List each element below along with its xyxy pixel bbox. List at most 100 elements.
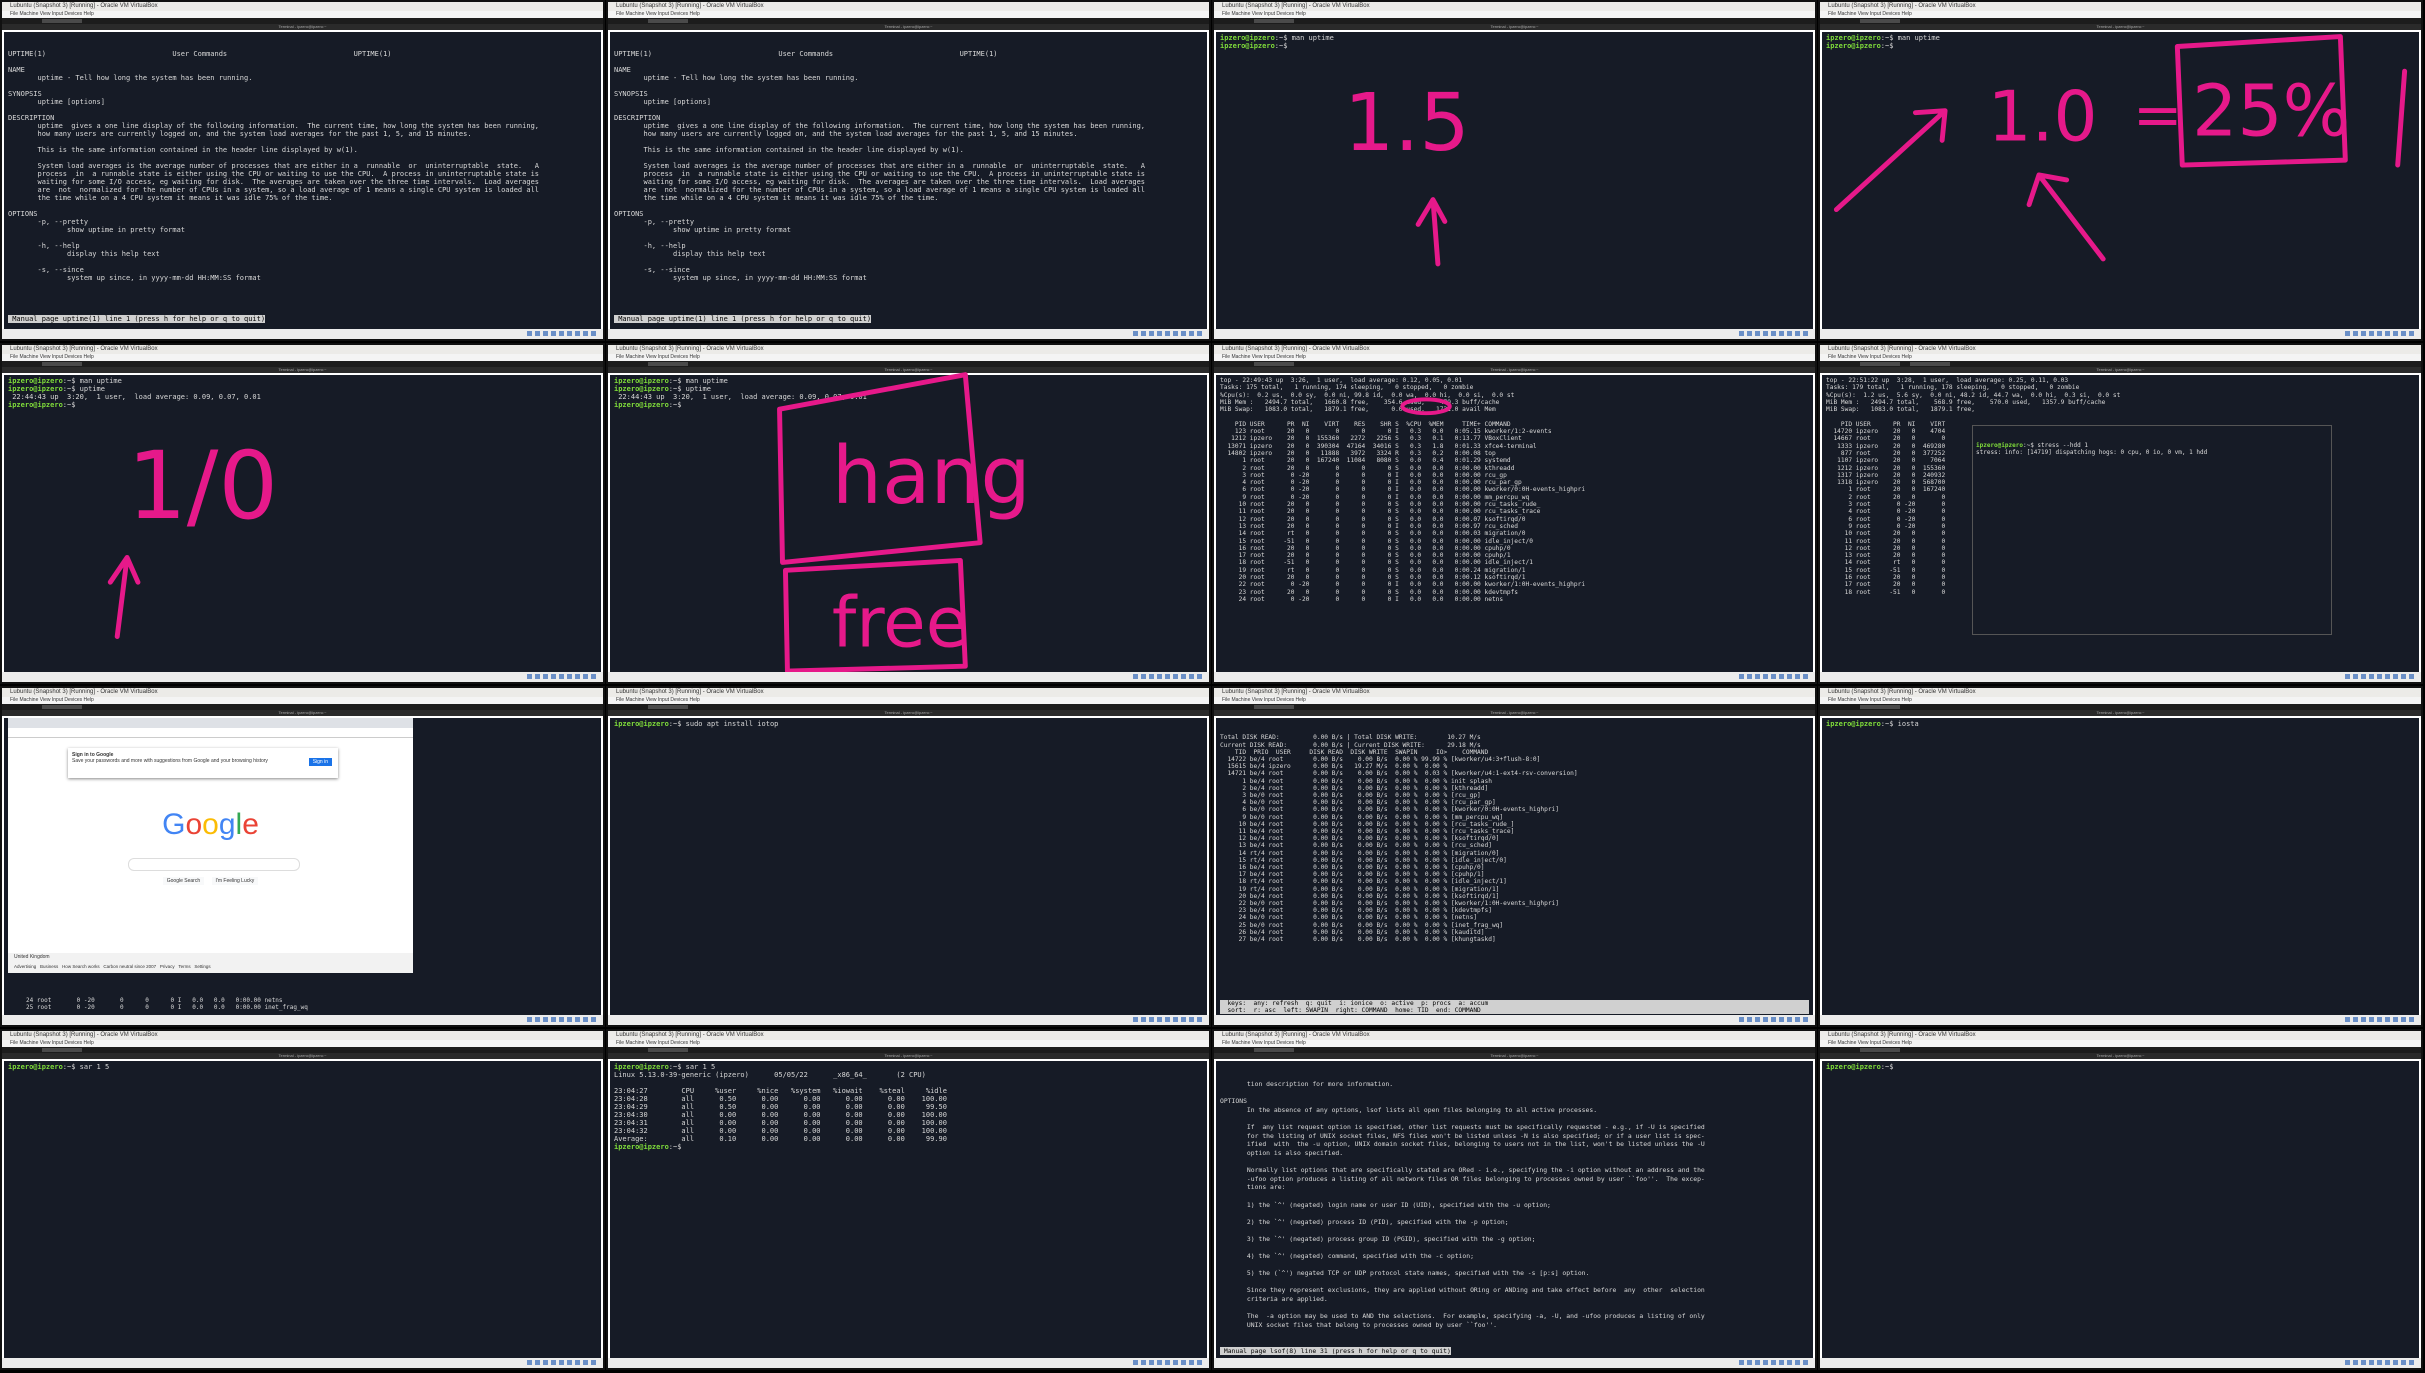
terminal-line: Tasks: 175 total, 1 running, 174 sleepin… bbox=[1220, 384, 1474, 392]
footer-link[interactable]: Business bbox=[40, 964, 58, 969]
footer-link[interactable]: Settings bbox=[194, 964, 210, 969]
terminal-line: NAME bbox=[614, 66, 631, 74]
browser-tab-bar[interactable] bbox=[8, 718, 413, 728]
vm-menu-bar[interactable]: File Machine View Input Devices Help bbox=[608, 354, 1209, 361]
footer-link[interactable]: How Search works bbox=[62, 964, 100, 969]
terminal-line: 1212 ipzero 20 0 155360 2272 2256 S 0.3 … bbox=[1220, 435, 1522, 443]
terminal-output[interactable]: ipzero@ipzero:~$ man uptime ipzero@ipzero… bbox=[1822, 32, 2419, 329]
footer-link[interactable]: Privacy bbox=[160, 964, 175, 969]
terminal-line: 3 be/0 root 0.00 B/s 0.00 B/s 0.00 % 0.0… bbox=[1220, 792, 1481, 800]
tile-empty-prompt: Lubuntu (Snapshot 3) [Running] - Oracle … bbox=[1818, 1029, 2423, 1370]
vm-status-bar bbox=[608, 329, 1209, 339]
terminal-line: ipzero@ipzero:~$ bbox=[614, 1143, 686, 1151]
terminal-output[interactable]: UPTIME(1) User Commands UPTIME(1) NAME u… bbox=[610, 32, 1207, 329]
browser-window[interactable]: Sign in to Google Save your passwords an… bbox=[8, 718, 413, 973]
terminal-line: 13 be/4 root 0.00 B/s 0.00 B/s 0.00 % 0.… bbox=[1220, 842, 1492, 850]
terminal-line: ipzero@ipzero:~$ sar 1 5 bbox=[614, 1063, 716, 1071]
desktop-panel bbox=[1820, 361, 2421, 367]
terminal-output[interactable]: ipzero@ipzero:~$ sar 1 5 bbox=[4, 1061, 601, 1358]
terminal-output[interactable]: tion description for more information. O… bbox=[1216, 1061, 1813, 1358]
vm-menu-bar[interactable]: File Machine View Input Devices Help bbox=[2, 1040, 603, 1047]
terminal-line: 15 rt/4 root 0.00 B/s 0.00 B/s 0.00 % 0.… bbox=[1220, 856, 1507, 864]
vm-menu-bar[interactable]: File Machine View Input Devices Help bbox=[2, 11, 603, 18]
terminal-line: top - 22:51:22 up 3:28, 1 user, load ave… bbox=[1826, 377, 2069, 384]
terminal-output[interactable]: ipzero@ipzero:~$ man uptime ipzero@ipzero… bbox=[1216, 32, 1813, 329]
tile-man-uptime: Lubuntu (Snapshot 3) [Running] - Oracle … bbox=[0, 0, 605, 341]
terminal-line: display this help text bbox=[8, 250, 160, 258]
desktop-panel bbox=[608, 1047, 1209, 1053]
status-icons bbox=[527, 1017, 597, 1022]
terminal-title: Terminal - ipzero@ipzero:~ bbox=[1820, 367, 2421, 373]
feeling-lucky-button[interactable]: I'm Feeling Lucky bbox=[211, 877, 259, 885]
terminal-line: 1) the `^' (negated) login name or user … bbox=[1220, 1200, 1551, 1209]
footer-link[interactable]: Advertising bbox=[14, 964, 36, 969]
tile-man-uptime-2: Lubuntu (Snapshot 3) [Running] - Oracle … bbox=[606, 0, 1211, 341]
vm-menu-bar[interactable]: File Machine View Input Devices Help bbox=[1820, 354, 2421, 361]
stress-terminal-window[interactable]: ipzero@ipzero:~$ stress --hdd 1 stress: i… bbox=[1972, 425, 2332, 635]
terminal-line: uptime - Tell how long the system has be… bbox=[614, 74, 859, 82]
terminal-output[interactable]: UPTIME(1) User Commands UPTIME(1) NAME u… bbox=[4, 32, 601, 329]
terminal-output[interactable]: ipzero@ipzero:~$ man uptime ipzero@ipzero… bbox=[4, 375, 601, 672]
vm-menu-bar[interactable]: File Machine View Input Devices Help bbox=[2, 697, 603, 704]
footer-link[interactable]: Terms bbox=[178, 964, 190, 969]
terminal-line: ipzero@ipzero:~$ sudo apt install iotop bbox=[614, 720, 779, 728]
status-icons bbox=[1133, 331, 1203, 336]
term-lines: ipzero@ipzero:~$ sar 1 5 bbox=[8, 1063, 597, 1071]
terminal-output[interactable]: ipzero@ipzero:~$ iosta bbox=[1822, 718, 2419, 1015]
terminal-line: 18 root -51 0 0 0 0 S 0.0 0.0 0:00.00 id… bbox=[1220, 559, 1533, 567]
terminal-line: 24 root 0 -20 0 0 0 I 0.0 0.0 0:00.00 ne… bbox=[8, 997, 283, 1004]
vm-menu-bar[interactable]: File Machine View Input Devices Help bbox=[1820, 1040, 2421, 1047]
terminal-output[interactable]: Total DISK READ: 0.00 B/s | Total DISK W… bbox=[1216, 718, 1813, 1015]
terminal-output[interactable]: ipzero@ipzero:~$ sar 1 5 Linux 5.13.0-39-… bbox=[610, 1061, 1207, 1358]
google-search-button[interactable]: Google Search bbox=[162, 877, 205, 885]
browser-address-bar[interactable] bbox=[8, 728, 413, 738]
status-icons bbox=[1739, 1360, 1809, 1365]
terminal-line: 22:44:43 up 3:20, 1 user, load average: … bbox=[8, 393, 261, 401]
terminal-line: 3 root 0 -20 0 0 0 I 0.0 0.0 0:00.00 rcu… bbox=[1220, 471, 1507, 479]
terminal-title: Terminal - ipzero@ipzero:~ bbox=[2, 1053, 603, 1059]
terminal-line: -h, --help bbox=[614, 242, 686, 250]
vm-menu-bar[interactable]: File Machine View Input Devices Help bbox=[608, 11, 1209, 18]
footer-link[interactable]: Carbon neutral since 2007 bbox=[103, 964, 156, 969]
vm-menu-bar[interactable]: File Machine View Input Devices Help bbox=[1214, 1040, 1815, 1047]
terminal-title: Terminal - ipzero@ipzero:~ bbox=[2, 24, 603, 30]
terminal-line: UPTIME(1) User Commands UPTIME(1) bbox=[614, 50, 998, 58]
vm-menu-bar[interactable]: File Machine View Input Devices Help bbox=[2, 354, 603, 361]
google-search-input[interactable] bbox=[128, 858, 300, 871]
terminal-title: Terminal - ipzero@ipzero:~ bbox=[1214, 367, 1815, 373]
vm-menu-bar[interactable]: File Machine View Input Devices Help bbox=[1214, 697, 1815, 704]
terminal-line: 23 root 20 0 0 0 0 S 0.0 0.0 0:00.00 kde… bbox=[1220, 588, 1519, 596]
term-lines: ipzero@ipzero:~$ man uptime ipzero@ipzero… bbox=[1826, 34, 2415, 50]
vm-menu-bar[interactable]: File Machine View Input Devices Help bbox=[608, 697, 1209, 704]
terminal-output[interactable]: top - 22:49:43 up 3:26, 1 user, load ave… bbox=[1216, 375, 1813, 672]
terminal-title: Terminal - ipzero@ipzero:~ bbox=[1820, 710, 2421, 716]
vm-menu-bar[interactable]: File Machine View Input Devices Help bbox=[1214, 354, 1815, 361]
terminal-output[interactable]: ipzero@ipzero:~$ sudo apt install iotop bbox=[610, 718, 1207, 1015]
terminal-line: how many users are currently logged on, … bbox=[614, 130, 1078, 138]
vm-window-title: Lubuntu (Snapshot 3) [Running] - Oracle … bbox=[1214, 2, 1815, 11]
terminal-output[interactable]: ipzero@ipzero:~$ man uptime ipzero@ipzero… bbox=[610, 375, 1207, 672]
terminal-output[interactable]: ipzero@ipzero:~$ bbox=[1822, 1061, 2419, 1358]
vm-window-title: Lubuntu (Snapshot 3) [Running] - Oracle … bbox=[1820, 688, 2421, 697]
desktop-panel bbox=[1214, 361, 1815, 367]
terminal-line: 15615 be/4 ipzero 0.00 B/s 19.27 M/s 0.0… bbox=[1220, 763, 1448, 771]
popup-sign-in-button[interactable]: Sign in bbox=[308, 758, 332, 766]
term-lines: ipzero@ipzero:~$ man uptime ipzero@ipzero… bbox=[1220, 34, 1809, 50]
terminal-line: 18 rt/4 root 0.00 B/s 0.00 B/s 0.00 % 0.… bbox=[1220, 878, 1507, 886]
vm-window-title: Lubuntu (Snapshot 3) [Running] - Oracle … bbox=[1820, 1031, 2421, 1040]
terminal-line: -ufoo option produces a listing of all n… bbox=[1220, 1174, 1705, 1183]
vm-menu-bar[interactable]: File Machine View Input Devices Help bbox=[1820, 11, 2421, 18]
terminal-line: 16 be/4 root 0.00 B/s 0.00 B/s 0.00 % 0.… bbox=[1220, 864, 1485, 872]
terminal-line: ipzero@ipzero:~$ bbox=[1220, 42, 1292, 50]
vm-menu-bar[interactable]: File Machine View Input Devices Help bbox=[1820, 697, 2421, 704]
vm-menu-bar[interactable]: File Machine View Input Devices Help bbox=[608, 1040, 1209, 1047]
vm-status-bar bbox=[1214, 1358, 1815, 1368]
vm-menu-bar[interactable]: File Machine View Input Devices Help bbox=[1214, 11, 1815, 18]
